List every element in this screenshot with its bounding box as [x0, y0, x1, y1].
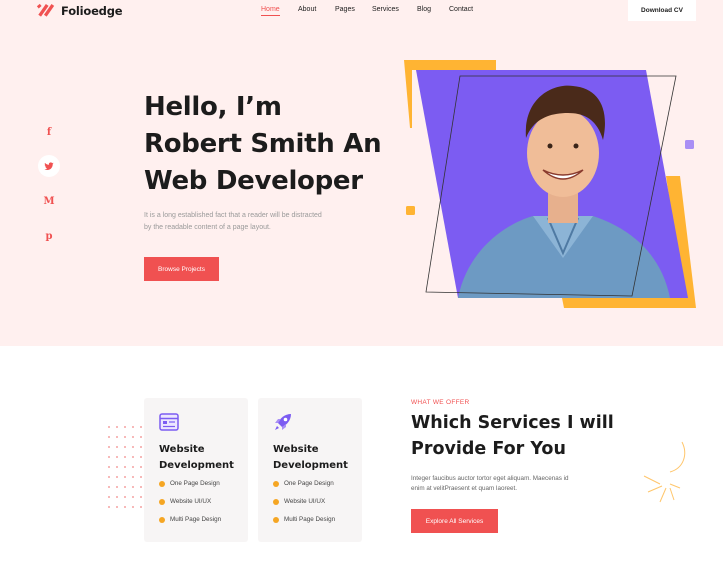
service-card[interactable]: Website Development One Page Design Webs…	[144, 398, 248, 542]
twitter-icon[interactable]	[38, 155, 60, 177]
section-desc-line: enim at velitPraesent et quam laoreet.	[411, 485, 518, 492]
nav-contact[interactable]: Contact	[449, 6, 473, 13]
section-title: Which Services I will Provide For You	[411, 410, 614, 462]
feature-item: Website UI/UX	[159, 498, 211, 505]
check-icon	[159, 480, 165, 487]
nav-about[interactable]: About	[298, 6, 316, 13]
dot-pattern	[108, 426, 142, 508]
section-title-line: Which Services I will	[411, 413, 614, 433]
main-nav: Home About Pages Services Blog Contact	[0, 6, 723, 18]
feature-item: One Page Design	[159, 480, 220, 487]
gmail-icon[interactable]: M	[38, 190, 60, 212]
card-title-line: Development	[159, 460, 234, 471]
hero-desc-line: It is a long established fact that a rea…	[144, 212, 322, 219]
section-title-line: Provide For You	[411, 439, 566, 459]
hero-title-line: Robert Smith An	[144, 129, 382, 159]
feature-label: Website UI/UX	[284, 498, 326, 505]
check-icon	[273, 480, 279, 487]
check-icon	[159, 498, 165, 505]
feature-item: Multi Page Design	[159, 516, 221, 523]
card-title: Website Development	[273, 442, 348, 474]
twitter-bird-icon	[44, 161, 54, 170]
hero-description: It is a long established fact that a rea…	[144, 210, 354, 234]
hero-desc-line: by the readable content of a page layout…	[144, 224, 271, 231]
feature-label: Multi Page Design	[284, 516, 336, 523]
feature-item: One Page Design	[273, 480, 334, 487]
feature-label: One Page Design	[170, 480, 220, 487]
explore-services-button[interactable]: Explore All Services	[411, 509, 498, 533]
nav-home[interactable]: Home	[261, 6, 280, 16]
section-desc-line: Integer faucibus auctor tortor eget aliq…	[411, 475, 569, 482]
feature-item: Multi Page Design	[273, 516, 335, 523]
feature-label: One Page Design	[284, 480, 334, 487]
card-title: Website Development	[159, 442, 234, 474]
download-cv-button[interactable]: Download CV	[628, 0, 696, 21]
card-title-line: Website	[273, 444, 319, 455]
browse-projects-button[interactable]: Browse Projects	[144, 257, 219, 281]
hero-title-line: Web Developer	[144, 166, 363, 196]
check-icon	[159, 516, 165, 523]
card-title-line: Development	[273, 460, 348, 471]
decorative-lines	[643, 441, 686, 503]
feature-item: Website UI/UX	[273, 498, 325, 505]
feature-label: Website UI/UX	[170, 498, 212, 505]
facebook-icon[interactable]: f	[38, 121, 60, 143]
service-card[interactable]: Website Development One Page Design Webs…	[258, 398, 362, 542]
check-icon	[273, 498, 279, 505]
rocket-icon	[275, 414, 291, 430]
section-label: WHAT WE OFFER	[411, 399, 470, 406]
pinterest-icon[interactable]: p	[38, 225, 60, 247]
section-description: Integer faucibus auctor tortor eget aliq…	[411, 474, 569, 494]
nav-blog[interactable]: Blog	[417, 6, 431, 13]
check-icon	[273, 516, 279, 523]
nav-services[interactable]: Services	[372, 6, 399, 13]
card-title-line: Website	[159, 444, 205, 455]
hero-title: Hello, I’m Robert Smith An Web Developer	[144, 89, 404, 200]
feature-label: Multi Page Design	[170, 516, 222, 523]
browser-window-icon	[159, 413, 179, 431]
nav-pages[interactable]: Pages	[335, 6, 355, 13]
hero-portrait	[404, 60, 696, 308]
hero-title-line: Hello, I’m	[144, 92, 282, 122]
